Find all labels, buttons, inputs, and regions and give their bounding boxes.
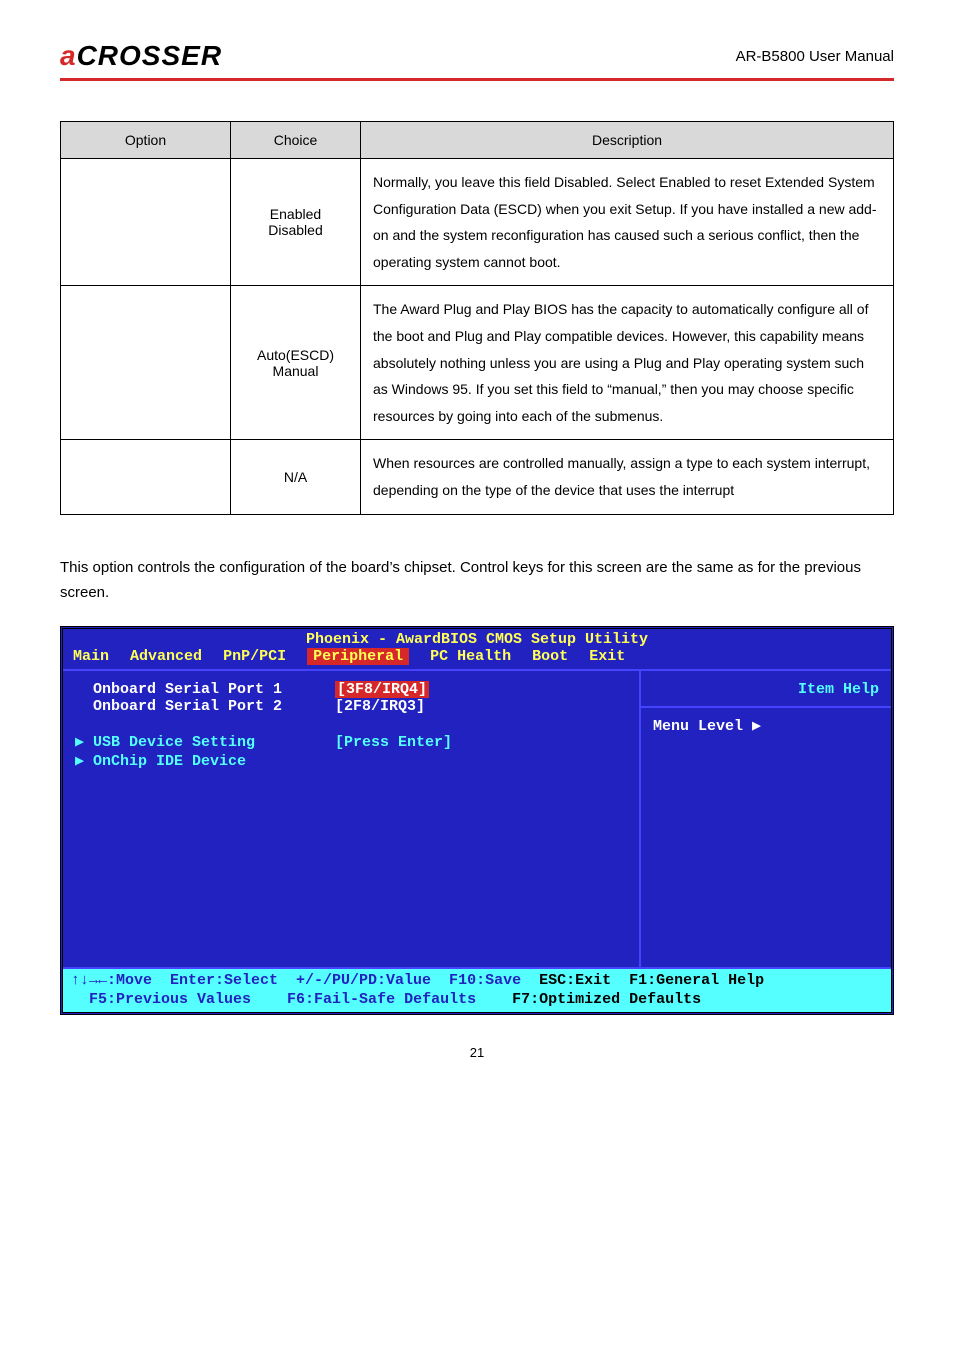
bios-menu-item[interactable]: Exit	[589, 648, 625, 665]
product-title: AR-B5800 User Manual	[736, 48, 894, 65]
col-description: Description	[361, 122, 894, 159]
bios-footer: ↑↓→←:Move Enter:Select +/-/PU/PD:Value F…	[63, 969, 891, 1012]
cell-option	[61, 159, 231, 286]
col-option: Option	[61, 122, 231, 159]
spec-table: Option Choice Description Enabled Disabl…	[60, 121, 894, 515]
cell-choice: Enabled Disabled	[231, 159, 361, 286]
bios-menu-item[interactable]: Boot	[532, 648, 568, 665]
col-choice: Choice	[231, 122, 361, 159]
bios-help-panel: Item Help Menu Level ▶	[641, 671, 891, 967]
bios-menu-item[interactable]: Peripheral	[307, 648, 409, 665]
cell-desc: The Award Plug and Play BIOS has the cap…	[361, 286, 894, 440]
cell-desc: Normally, you leave this field Disabled.…	[361, 159, 894, 286]
bios-setting-row[interactable]: ▶ OnChip IDE Device	[75, 751, 627, 770]
cell-choice: N/A	[231, 440, 361, 514]
logo-prefix: a	[60, 40, 77, 71]
page-number: 21	[60, 1045, 894, 1060]
bios-menu-item[interactable]: Main	[73, 648, 109, 665]
bios-screen: Phoenix - AwardBIOS CMOS Setup Utility M…	[60, 626, 894, 1015]
bios-left-panel: Onboard Serial Port 1[3F8/IRQ4] Onboard …	[63, 671, 641, 967]
header-divider	[60, 78, 894, 81]
bios-setting-row[interactable]: ▶ USB Device Setting[Press Enter]	[75, 732, 627, 751]
table-row: Enabled Disabled Normally, you leave thi…	[61, 159, 894, 286]
bios-menu-level: Menu Level ▶	[653, 716, 879, 735]
logo: aCROSSER	[60, 40, 222, 72]
body-paragraph: This option controls the configuration o…	[60, 555, 894, 606]
bios-item-help: Item Help	[653, 681, 879, 698]
bios-body: Onboard Serial Port 1[3F8/IRQ4] Onboard …	[63, 669, 891, 969]
cell-option	[61, 286, 231, 440]
bios-menu-item[interactable]: PC Health	[430, 648, 511, 665]
cell-option	[61, 440, 231, 514]
cell-desc: When resources are controlled manually, …	[361, 440, 894, 514]
bios-menu-item[interactable]: Advanced	[130, 648, 202, 665]
bios-help-divider	[641, 706, 891, 708]
cell-choice: Auto(ESCD) Manual	[231, 286, 361, 440]
bios-title: Phoenix - AwardBIOS CMOS Setup Utility	[63, 629, 891, 648]
bios-menu: Main Advanced PnP/PCI Peripheral PC Heal…	[63, 648, 891, 669]
logo-rest: CROSSER	[77, 40, 222, 71]
table-row: Auto(ESCD) Manual The Award Plug and Pla…	[61, 286, 894, 440]
bios-spacer	[75, 715, 627, 732]
bios-setting-row[interactable]: Onboard Serial Port 2[2F8/IRQ3]	[75, 698, 627, 715]
table-row: N/A When resources are controlled manual…	[61, 440, 894, 514]
bios-menu-item[interactable]: PnP/PCI	[223, 648, 286, 665]
bios-setting-row[interactable]: Onboard Serial Port 1[3F8/IRQ4]	[75, 681, 627, 698]
